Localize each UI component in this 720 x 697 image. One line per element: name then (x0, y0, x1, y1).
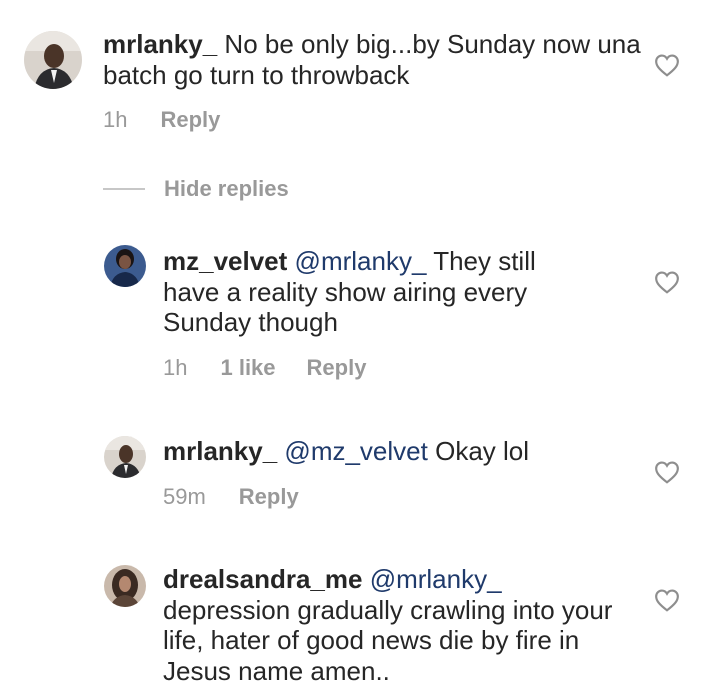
username[interactable]: drealsandra_me (163, 564, 362, 594)
avatar[interactable] (104, 565, 146, 607)
avatar[interactable] (104, 245, 146, 287)
heart-outline-icon[interactable] (654, 270, 680, 294)
timestamp: 1h (163, 355, 188, 380)
username[interactable]: mz_velvet (163, 246, 287, 276)
username[interactable]: mrlanky_ (163, 436, 277, 466)
likes-count[interactable]: 1 like (220, 355, 275, 381)
avatar[interactable] (24, 31, 82, 89)
heart-outline-icon[interactable] (654, 460, 680, 484)
comment-text: depression gradually crawling into your … (163, 594, 613, 686)
mention-link[interactable]: @mrlanky_ (295, 246, 427, 276)
divider-line (103, 188, 145, 190)
reply-button[interactable]: Reply (307, 355, 367, 381)
mention-link[interactable]: @mz_velvet (284, 436, 427, 466)
comment-text: Okay lol (435, 436, 530, 466)
timestamp: 59m (163, 484, 206, 509)
avatar[interactable] (104, 436, 146, 478)
reply-button[interactable]: Reply (239, 484, 299, 510)
timestamp: 1h (103, 107, 128, 132)
hide-replies-button[interactable]: Hide replies (164, 176, 289, 202)
mention-link[interactable]: @mrlanky_ (370, 564, 502, 594)
username[interactable]: mrlanky_ (103, 29, 217, 59)
heart-outline-icon[interactable] (654, 588, 680, 612)
reply-button[interactable]: Reply (160, 107, 220, 133)
heart-outline-icon[interactable] (654, 53, 680, 77)
comments-thread: mrlanky_ No be only big...by Sunday now … (0, 0, 720, 697)
